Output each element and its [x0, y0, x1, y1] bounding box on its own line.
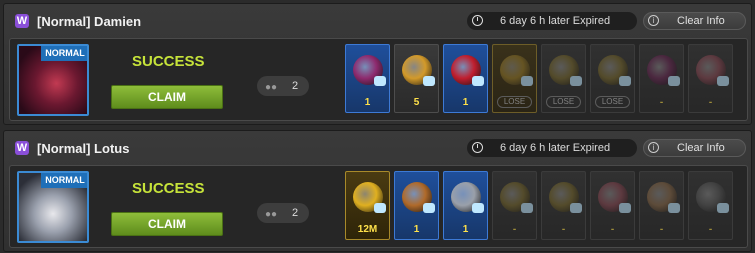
reward-count: 5	[413, 97, 420, 108]
claim-button[interactable]: CLAIM	[111, 85, 223, 109]
boss-avatar: NORMAL	[17, 171, 89, 243]
party-count-value: 2	[292, 80, 299, 92]
reward-count: 1	[462, 97, 469, 108]
reward-slot[interactable]: LOSE	[590, 44, 635, 113]
reward-slots: 1 5 1 LOSE LOSE LOSE - -	[345, 44, 745, 116]
cloud-badge-icon	[619, 203, 631, 213]
clock-icon	[472, 142, 483, 153]
reward-slot[interactable]: -	[492, 171, 537, 240]
lose-label: LOSE	[546, 96, 581, 108]
status-text: SUCCESS	[132, 180, 205, 197]
party-count-value: 2	[292, 207, 299, 219]
reward-slot[interactable]: 1	[345, 44, 390, 113]
info-icon: i	[648, 15, 659, 26]
dungeon-title: [Normal] Lotus	[37, 141, 130, 156]
w-badge-icon: W	[15, 141, 29, 155]
boss-avatar: NORMAL	[17, 44, 89, 116]
cloud-badge-icon	[374, 203, 386, 213]
info-icon: i	[648, 142, 659, 153]
reward-count: -	[561, 224, 566, 235]
cloud-badge-icon	[668, 203, 680, 213]
cloud-badge-icon	[472, 203, 484, 213]
panel-header: W [Normal] Damien 6 day 6 h later Expire…	[4, 4, 751, 34]
clear-info-button[interactable]: i Clear Info	[643, 139, 746, 157]
reward-count: -	[512, 224, 517, 235]
cloud-badge-icon	[717, 203, 729, 213]
reward-slot[interactable]: -	[639, 171, 684, 240]
party-icon: ●●	[265, 82, 278, 93]
reward-count: -	[708, 224, 713, 235]
panel-body: NORMAL SUCCESS CLAIM ●● 2 12M 1 1 - - - - -	[9, 165, 748, 248]
lose-label: LOSE	[595, 96, 630, 108]
cloud-badge-icon	[521, 76, 533, 86]
party-count: ●● 2	[257, 203, 309, 223]
reward-slot[interactable]: -	[688, 44, 733, 113]
cloud-badge-icon	[717, 76, 729, 86]
reward-count: 12M	[357, 224, 378, 235]
clear-info-label: Clear Info	[677, 142, 725, 154]
claim-button[interactable]: CLAIM	[111, 212, 223, 236]
cloud-badge-icon	[619, 76, 631, 86]
reward-panel-damien: W [Normal] Damien 6 day 6 h later Expire…	[3, 3, 752, 125]
reward-count: -	[659, 97, 664, 108]
reward-slots: 12M 1 1 - - - - -	[345, 171, 745, 243]
reward-slot[interactable]: 1	[443, 171, 488, 240]
cloud-badge-icon	[374, 76, 386, 86]
reward-slot[interactable]: -	[541, 171, 586, 240]
cloud-badge-icon	[668, 76, 680, 86]
status-text: SUCCESS	[132, 53, 205, 70]
reward-slot[interactable]: 12M	[345, 171, 390, 240]
reward-count: 1	[413, 224, 420, 235]
reward-count: -	[659, 224, 664, 235]
panel-header: W [Normal] Lotus 6 day 6 h later Expired…	[4, 131, 751, 161]
cloud-badge-icon	[521, 203, 533, 213]
reward-slot[interactable]: 1	[394, 171, 439, 240]
cloud-badge-icon	[570, 203, 582, 213]
cloud-badge-icon	[423, 76, 435, 86]
party-count: ●● 2	[257, 76, 309, 96]
reward-count: 1	[462, 224, 469, 235]
reward-slot[interactable]: LOSE	[541, 44, 586, 113]
reward-slot[interactable]: -	[590, 171, 635, 240]
cloud-badge-icon	[423, 203, 435, 213]
reward-slot[interactable]: 1	[443, 44, 488, 113]
w-badge-icon: W	[15, 14, 29, 28]
expire-text: 6 day 6 h later Expired	[500, 142, 611, 154]
difficulty-tag: NORMAL	[41, 46, 87, 61]
reward-panel-lotus: W [Normal] Lotus 6 day 6 h later Expired…	[3, 130, 752, 252]
reward-slot[interactable]: -	[639, 44, 684, 113]
cloud-badge-icon	[472, 76, 484, 86]
clock-icon	[472, 15, 483, 26]
clear-info-button[interactable]: i Clear Info	[643, 12, 746, 30]
dungeon-title: [Normal] Damien	[37, 14, 142, 29]
difficulty-tag: NORMAL	[41, 173, 87, 188]
reward-slot[interactable]: 5	[394, 44, 439, 113]
expire-text: 6 day 6 h later Expired	[500, 15, 611, 27]
clear-info-label: Clear Info	[677, 15, 725, 27]
expire-timer: 6 day 6 h later Expired	[467, 139, 637, 157]
reward-count: -	[708, 97, 713, 108]
expire-timer: 6 day 6 h later Expired	[467, 12, 637, 30]
reward-slot[interactable]: -	[688, 171, 733, 240]
reward-count: -	[610, 224, 615, 235]
reward-slot[interactable]: LOSE	[492, 44, 537, 113]
reward-count: 1	[364, 97, 371, 108]
panel-body: NORMAL SUCCESS CLAIM ●● 2 1 5 1 LOSE LOSE LOS…	[9, 38, 748, 121]
party-icon: ●●	[265, 209, 278, 220]
lose-label: LOSE	[497, 96, 532, 108]
cloud-badge-icon	[570, 76, 582, 86]
